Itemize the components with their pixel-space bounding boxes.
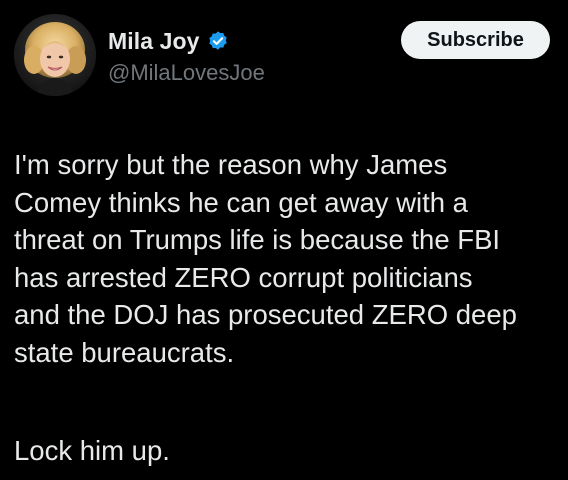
author-name-row: Mila Joy	[108, 26, 229, 56]
tweet-text-line: and the DOJ has prosecuted ZERO deep	[14, 299, 517, 330]
tweet-card: Mila Joy @MilaLovesJoe Subscribe I'm sor…	[0, 0, 568, 480]
tweet-text-line: threat on Trumps life is because the FBI	[14, 224, 501, 255]
tweet-text: I'm sorry but the reason why James Comey…	[14, 146, 562, 371]
display-name[interactable]: Mila Joy	[108, 28, 200, 55]
verified-badge-icon[interactable]	[207, 30, 229, 52]
tweet-text-line: Comey thinks he can get away with a	[14, 186, 468, 218]
subscribe-button[interactable]: Subscribe	[401, 21, 550, 59]
tweet-text-line: has arrested ZERO corrupt politicians	[14, 261, 473, 293]
profile-photo-icon	[14, 14, 96, 96]
tweet-text-line: state bureaucrats.	[14, 336, 235, 368]
tweet-closing-line: Lock him up.	[14, 435, 170, 466]
tweet-text-line: I'm sorry but the reason why James	[14, 149, 448, 180]
author-handle[interactable]: @MilaLovesJoe	[108, 60, 265, 86]
avatar[interactable]	[14, 14, 96, 96]
